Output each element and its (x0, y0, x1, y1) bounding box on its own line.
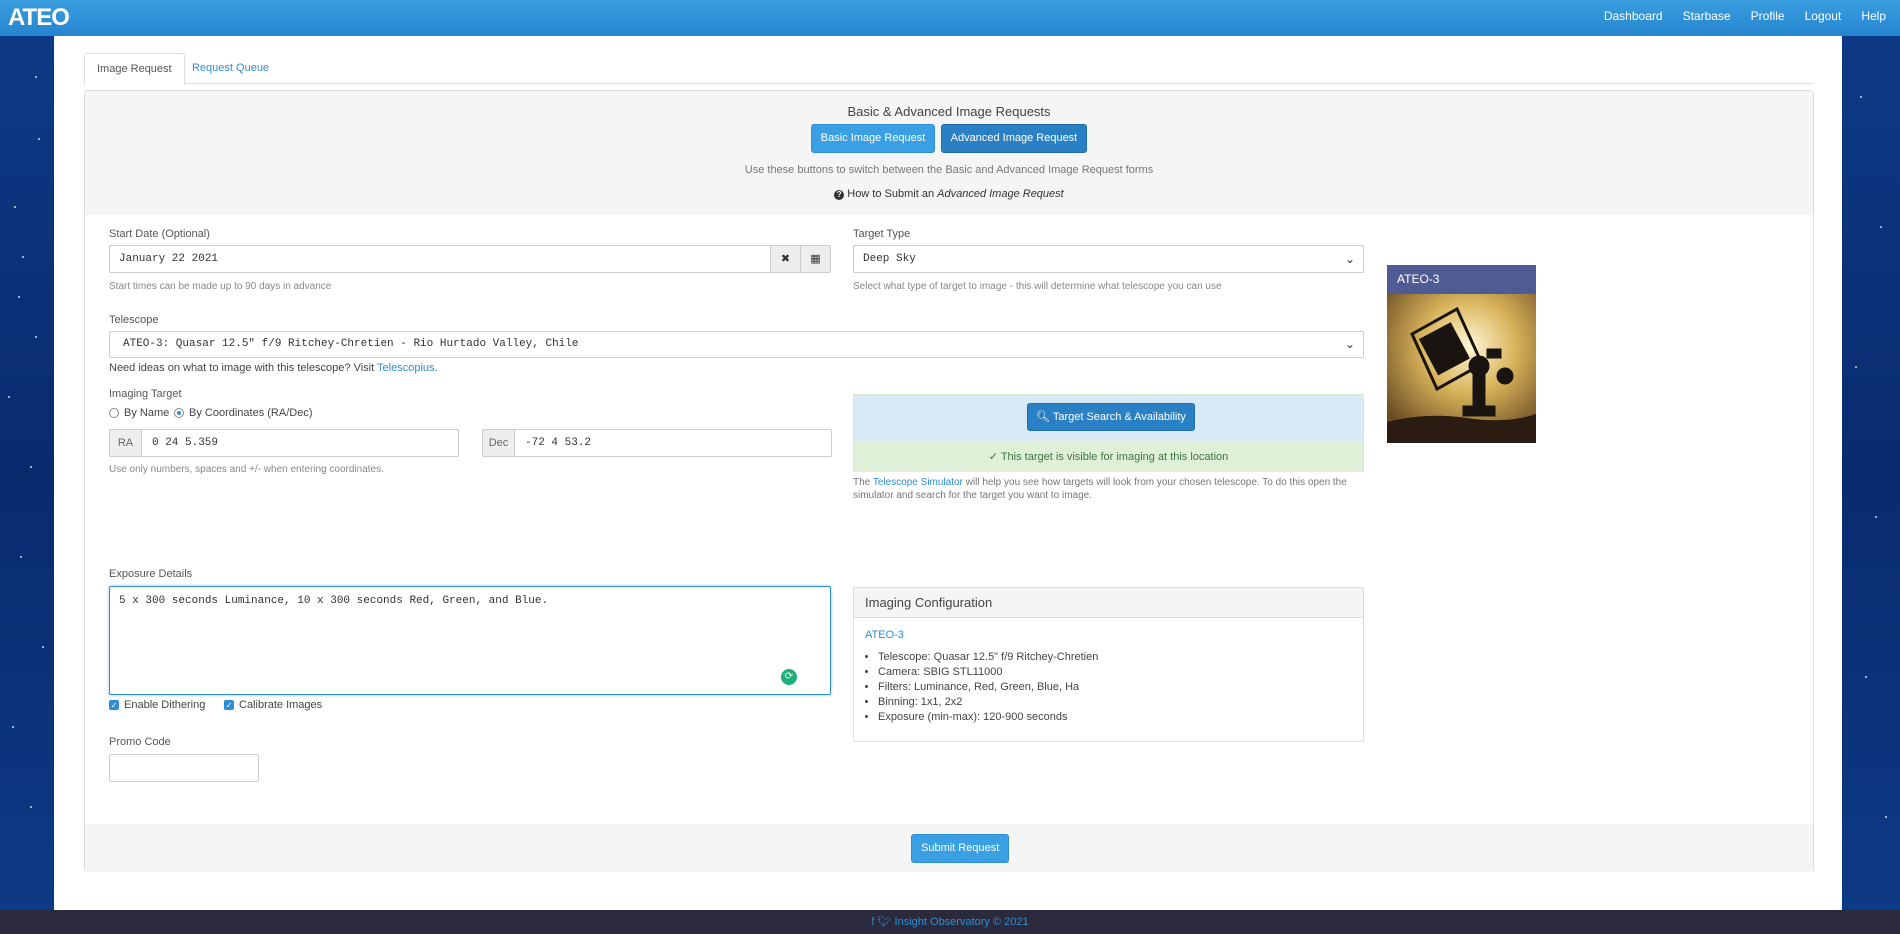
telescope-photo (1387, 294, 1536, 443)
request-panel: Basic & Advanced Image Requests Basic Im… (84, 90, 1814, 872)
config-binning: Binning: 1x1, 2x2 (878, 695, 1098, 710)
how-to-link[interactable]: ? How to Submit an Advanced Image Request (85, 188, 1813, 200)
facebook-icon[interactable]: f (871, 916, 874, 928)
config-exposure: Exposure (min-max): 120-900 seconds (878, 710, 1098, 725)
target-type-label: Target Type (853, 228, 911, 240)
by-name-label: By Name (124, 407, 170, 419)
dec-input[interactable]: Dec -72 4 53.2 (482, 429, 832, 457)
panel-footer: Submit Request (85, 824, 1813, 872)
telescope-card: ATEO-3 (1387, 265, 1536, 443)
submit-request-button[interactable]: Submit Request (911, 834, 1010, 863)
tab-image-request[interactable]: Image Request (84, 53, 185, 85)
telescope-value: ATEO-3: Quasar 12.5" f/9 Ritchey-Chretie… (123, 338, 579, 350)
tab-request-queue[interactable]: Request Queue (180, 53, 281, 85)
dec-prefix: Dec (483, 430, 515, 456)
simulator-help: The Telescope Simulator will help you se… (853, 476, 1364, 502)
sim-line-2: simulator and search for the target you … (853, 490, 1093, 501)
config-telescope: Telescope: Quasar 12.5" f/9 Ritchey-Chre… (878, 650, 1098, 665)
config-list: Telescope: Quasar 12.5" f/9 Ritchey-Chre… (878, 650, 1098, 725)
target-search-label: Target Search & Availability (1052, 411, 1186, 423)
by-coordinates-label: By Coordinates (RA/Dec) (189, 407, 313, 419)
nav-logout[interactable]: Logout (1805, 9, 1842, 23)
sim-prefix: The (853, 477, 871, 488)
how-to-em: Advanced Image Request (937, 188, 1064, 200)
form-switch-buttons: Basic Image Request Advanced Image Reque… (85, 124, 1813, 153)
telescope-card-title: ATEO-3 (1387, 265, 1536, 294)
promo-code-label: Promo Code (109, 736, 171, 748)
nav-starbase[interactable]: Starbase (1683, 9, 1731, 23)
target-type-value: Deep Sky (863, 253, 916, 265)
imaging-target-label: Imaging Target (109, 388, 182, 400)
enable-dithering-checkbox[interactable]: ✓ (109, 700, 119, 710)
panel-title: Basic & Advanced Image Requests (847, 104, 1051, 119)
start-date-label: Start Date (Optional) (109, 228, 210, 240)
search-icon: 🔍︎ (1036, 411, 1050, 423)
nav-profile[interactable]: Profile (1751, 9, 1785, 23)
grammarly-icon[interactable]: ⟳ (781, 669, 797, 685)
config-camera: Camera: SBIG STL11000 (878, 665, 1098, 680)
chevron-down-icon: ⌄ (1344, 337, 1355, 351)
calibrate-images-checkbox[interactable]: ✓ (224, 700, 234, 710)
page-footer: f 🐦︎ Insight Observatory © 2021 (0, 910, 1900, 934)
nav-dashboard[interactable]: Dashboard (1604, 9, 1663, 23)
target-search-box: 🔍︎ Target Search & Availability ✓ This t… (853, 394, 1364, 472)
dec-value: -72 4 53.2 (525, 437, 592, 449)
telescopius-link[interactable]: Telescopius (377, 362, 434, 374)
target-search-button[interactable]: 🔍︎ Target Search & Availability (1027, 403, 1195, 431)
enable-dithering-label: Enable Dithering (124, 699, 206, 711)
config-title: Imaging Configuration (854, 588, 1363, 618)
by-name-radio[interactable] (109, 408, 119, 418)
by-coordinates-radio[interactable] (174, 408, 184, 418)
telescope-label: Telescope (109, 314, 159, 326)
check-circle-icon: ✓ (988, 451, 998, 463)
ideas-prefix: Need ideas on what to image with this te… (109, 362, 375, 374)
nav-help[interactable]: Help (1861, 9, 1886, 23)
calendar-grid-icon[interactable]: ▦ (800, 246, 830, 272)
visibility-message: This target is visible for imaging at th… (1000, 451, 1229, 463)
visibility-alert: ✓ This target is visible for imaging at … (854, 442, 1363, 472)
ra-input[interactable]: RA 0 24 5.359 (109, 429, 459, 457)
question-circle-icon: ? (834, 190, 845, 200)
clear-date-icon[interactable]: ✖ (770, 246, 800, 272)
telescope-select[interactable]: ATEO-3: Quasar 12.5" f/9 Ritchey-Chretie… (109, 331, 1364, 358)
start-date-hint: Start times can be made up to 90 days in… (109, 281, 332, 292)
ra-prefix: RA (110, 430, 142, 456)
telescope-simulator-link[interactable]: Telescope Simulator (873, 477, 963, 488)
sim-line-1: will help you see how targets will look … (965, 477, 1347, 488)
footer-text: Insight Observatory © 2021 (894, 916, 1029, 928)
telescope-ideas: Need ideas on what to image with this te… (109, 362, 438, 374)
exposure-label: Exposure Details (109, 568, 193, 580)
calibrate-images-label: Calibrate Images (239, 699, 323, 711)
start-date-input[interactable]: January 22 2021 ✖ ▦ (109, 245, 831, 273)
twitter-icon[interactable]: 🐦︎ (878, 916, 892, 928)
request-tabs: Image Request Request Queue (84, 53, 1814, 85)
start-date-value: January 22 2021 (119, 253, 219, 265)
chevron-down-icon: ⌄ (1344, 252, 1355, 266)
config-telescope-name: ATEO-3 (865, 629, 904, 641)
config-filters: Filters: Luminance, Red, Green, Blue, Ha (878, 680, 1098, 695)
target-type-hint: Select what type of target to image - th… (853, 281, 1222, 292)
nav-links: Dashboard Starbase Profile Logout Help (1604, 9, 1886, 23)
promo-code-input[interactable] (109, 754, 259, 782)
top-navbar: ATEO Dashboard Starbase Profile Logout H… (0, 0, 1900, 36)
switch-help-text: Use these buttons to switch between the … (744, 164, 1154, 176)
target-type-select[interactable]: Deep Sky ⌄ (853, 245, 1364, 273)
ideas-suffix: . (434, 362, 438, 374)
exposure-details-textarea[interactable]: 5 x 300 seconds Luminance, 10 x 300 seco… (109, 586, 831, 695)
coordinates-hint: Use only numbers, spaces and +/- when en… (109, 464, 384, 475)
panel-header: Basic & Advanced Image Requests Basic Im… (85, 91, 1813, 215)
brand-text: ATEO (8, 4, 70, 31)
ateo-logo[interactable]: ATEO (8, 4, 70, 32)
target-search-area: 🔍︎ Target Search & Availability (854, 395, 1363, 442)
ra-value: 0 24 5.359 (152, 437, 219, 449)
advanced-request-button[interactable]: Advanced Image Request (940, 124, 1088, 153)
basic-request-button[interactable]: Basic Image Request (810, 124, 936, 153)
main-container: Image Request Request Queue Basic & Adva… (54, 36, 1842, 910)
imaging-configuration: Imaging Configuration ATEO-3 Telescope: … (853, 587, 1364, 742)
how-to-prefix: How to Submit an (847, 188, 935, 200)
